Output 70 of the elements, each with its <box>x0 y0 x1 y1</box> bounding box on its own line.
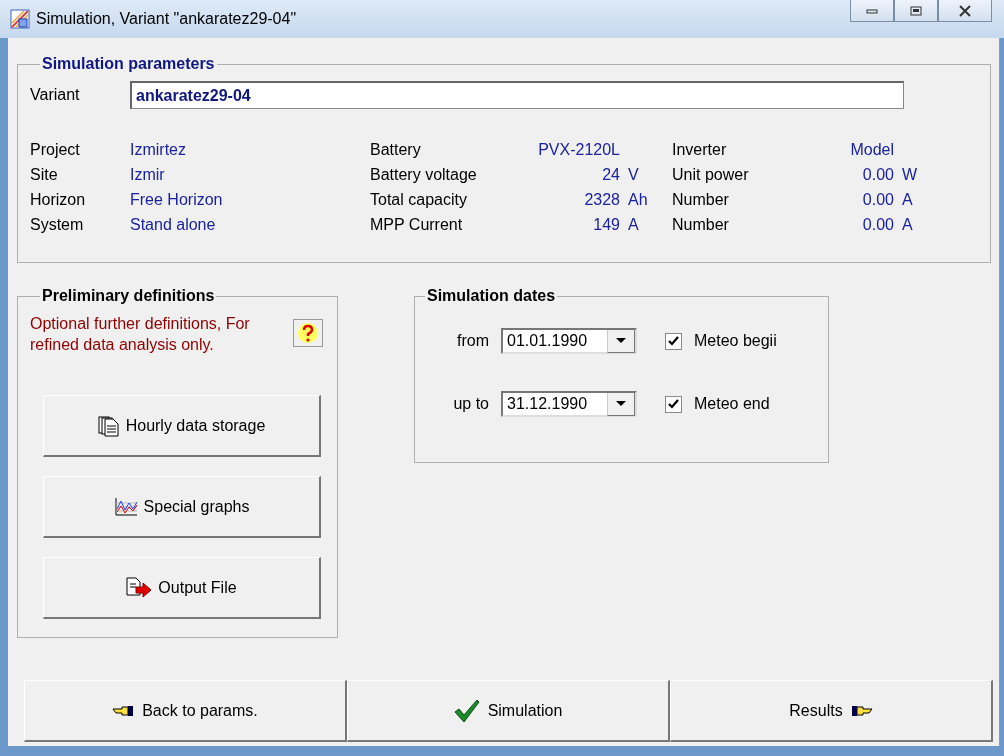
file-export-icon <box>126 576 153 599</box>
parameter-value: 2328 <box>583 190 620 210</box>
parameter-label: Horizon <box>30 190 87 210</box>
checkmark-icon <box>668 399 679 409</box>
note-text: Optional further definitions, For refined data analysis only. <box>30 314 251 355</box>
checkbox[interactable]: Meteo end <box>665 395 770 413</box>
minimize-button[interactable] <box>850 0 894 22</box>
footer-button[interactable]: Simulation <box>347 680 670 742</box>
group-title: Simulation dates <box>426 287 557 305</box>
date-dropdown[interactable]: 01.01.1990 <box>501 328 637 354</box>
parameter-value: 0.00 <box>861 190 894 210</box>
parameter-value: Model <box>849 140 894 160</box>
parameter-label: Unit power <box>672 165 750 185</box>
parameter-unit: Ah <box>627 190 649 210</box>
parameter-unit: W <box>901 165 919 185</box>
app-icon <box>10 9 30 29</box>
parameter-label: Project <box>30 140 81 160</box>
parameter-value: Free Horizon <box>130 190 224 210</box>
group-title: Preliminary definitions <box>41 287 216 305</box>
footer-button[interactable]: Results <box>670 680 993 742</box>
parameter-value: Izmirtez <box>130 140 187 160</box>
parameter-value: 24 <box>601 165 620 185</box>
parameter-value: 0.00 <box>861 215 894 235</box>
parameter-value: Izmir <box>130 165 166 185</box>
parameter-unit: A <box>901 190 914 210</box>
checkbox[interactable]: Meteo begii <box>665 332 777 350</box>
parameter-label: Number <box>672 190 730 210</box>
parameter-label: Battery voltage <box>370 165 478 185</box>
parameter-label: MPP Current <box>370 215 464 235</box>
dropdown-arrow-icon <box>616 337 626 344</box>
parameter-label: System <box>30 215 85 235</box>
date-dropdown[interactable]: 31.12.1990 <box>501 391 637 417</box>
checkbox-box[interactable] <box>665 332 682 350</box>
close-button[interactable] <box>938 0 992 22</box>
parameter-unit: V <box>627 165 640 185</box>
parameter-label: Inverter <box>672 140 728 160</box>
group-title: Simulation parameters <box>41 55 216 73</box>
close-icon <box>959 4 971 17</box>
pointing-hand-icon <box>850 703 873 718</box>
parameter-label: Total capacity <box>370 190 468 210</box>
checkbox-box[interactable] <box>665 395 682 413</box>
maximize-button[interactable] <box>894 0 938 22</box>
variant-label: Variant <box>30 86 81 104</box>
parameter-label: Battery <box>370 140 422 160</box>
window-title: Simulation, Variant "ankaratez29-04" <box>36 10 297 28</box>
parameter-value: 149 <box>592 215 620 235</box>
minimize-icon <box>866 7 878 14</box>
pointing-hand-icon <box>112 703 135 718</box>
document-stack-icon <box>97 414 120 437</box>
checkmark-icon <box>453 698 480 723</box>
parameter-label: Site <box>30 165 59 185</box>
date-label: up to <box>452 395 489 413</box>
parameter-unit: A <box>627 215 640 235</box>
footer-button[interactable]: Back to params. <box>24 680 347 742</box>
action-button[interactable]: Hourly data storage <box>43 395 321 457</box>
checkmark-icon <box>668 336 679 346</box>
dropdown-arrow-icon <box>616 400 626 407</box>
chart-icon <box>113 496 138 517</box>
action-button[interactable]: Output File <box>43 557 321 619</box>
parameter-value: 0.00 <box>861 165 894 185</box>
maximize-icon <box>910 5 922 16</box>
help-button[interactable] <box>293 319 323 347</box>
question-icon <box>297 322 319 344</box>
parameter-value: PVX-2120L <box>537 140 620 160</box>
parameter-value: Stand alone <box>130 215 217 235</box>
variant-field[interactable]: ankaratez29-04 <box>130 81 904 109</box>
parameter-unit: A <box>901 215 914 235</box>
parameter-label: Number <box>672 215 730 235</box>
action-button[interactable]: Special graphs <box>43 476 321 538</box>
date-label: from <box>456 332 489 350</box>
